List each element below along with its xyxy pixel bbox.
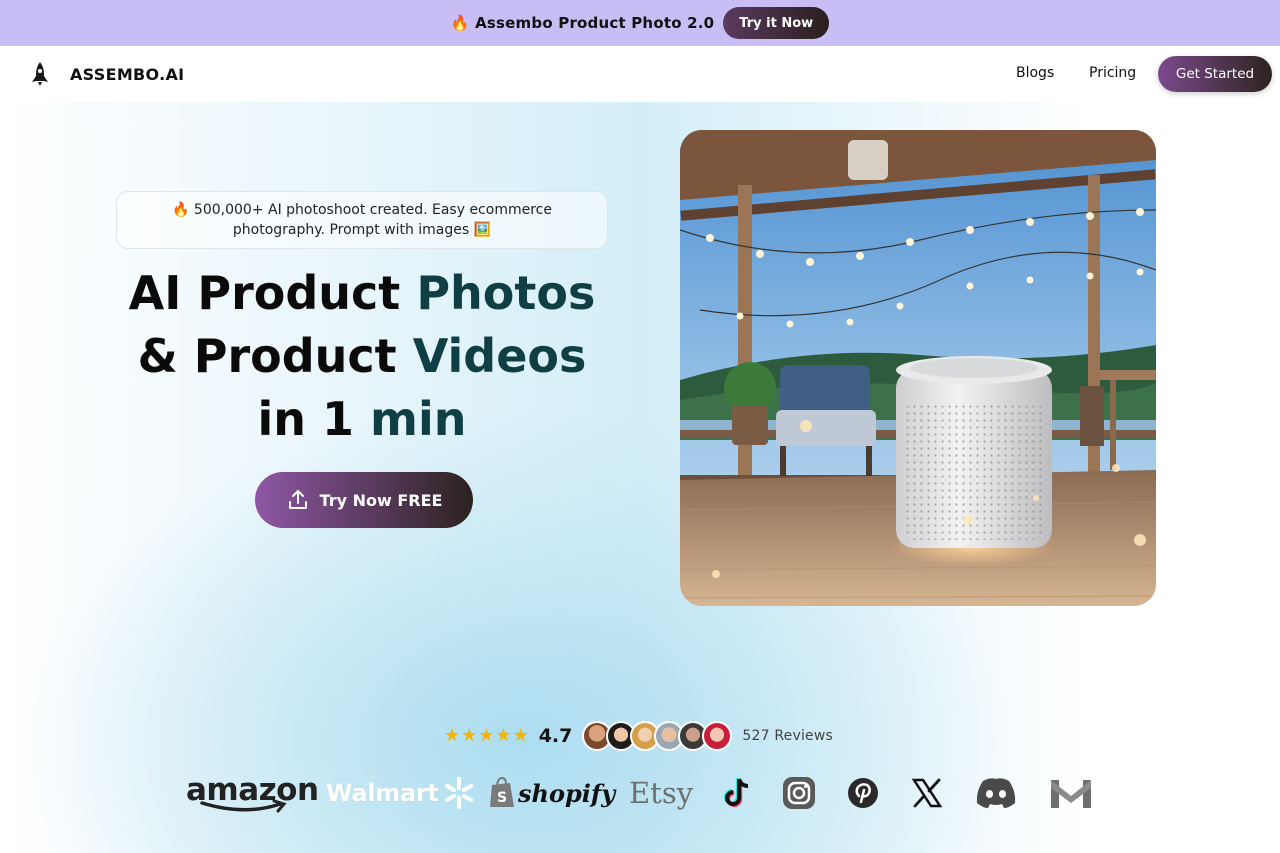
reviews-summary: ★ ★ ★ ★ ★ 4.7 527 Reviews — [444, 720, 833, 752]
rocket-icon — [32, 62, 48, 86]
etsy-logo-text: Etsy — [629, 776, 694, 810]
walmart-logo-text: Walmart — [326, 779, 439, 807]
top-nav: ASSEMBO.AI Blogs Pricing Get Started — [0, 46, 1280, 102]
pinterest-icon — [847, 770, 879, 816]
svg-text:S: S — [497, 790, 507, 806]
headline-part: & Product — [137, 329, 413, 383]
star-icon: ★ — [478, 725, 495, 746]
announcement-bar: 🔥 Assembo Product Photo 2.0 Try it Now — [0, 0, 1280, 46]
try-it-now-button[interactable]: Try it Now — [723, 7, 830, 39]
announcement-text: 🔥 Assembo Product Photo 2.0 — [450, 14, 715, 32]
amazon-logo: amazon — [186, 770, 319, 816]
headline-accent: Videos — [412, 329, 587, 383]
upload-icon — [288, 490, 307, 509]
pinterest-icon — [848, 778, 878, 808]
hero-headline: AI Product Photos & Product Videos in 1 … — [70, 262, 654, 451]
shopify-logo-text: shopify — [518, 778, 616, 808]
reviewer-avatars — [582, 721, 733, 751]
headline-accent: Photos — [416, 266, 596, 320]
try-now-free-button[interactable]: Try Now FREE — [255, 472, 473, 528]
partner-logos: amazon Walmart S shopify Etsy — [186, 770, 1096, 816]
try-now-free-label: Try Now FREE — [319, 490, 443, 510]
stats-badge: 🔥 500,000+ AI photoshoot created. Easy e… — [116, 191, 608, 249]
discord-icon — [974, 770, 1018, 816]
product-scene-illustration — [680, 130, 1156, 606]
etsy-logo: Etsy — [629, 770, 693, 816]
instagram-icon — [783, 777, 815, 809]
discord-icon — [976, 778, 1016, 808]
headline-part: in 1 — [257, 392, 371, 446]
headline-accent: min — [370, 392, 467, 446]
instagram-icon — [782, 770, 816, 816]
star-icon: ★ — [495, 725, 512, 746]
nav-link-blogs[interactable]: Blogs — [1016, 65, 1054, 81]
review-count: 527 Reviews — [742, 728, 833, 744]
stats-badge-text: 🔥 500,000+ AI photoshoot created. Easy e… — [172, 202, 552, 238]
hero-product-image — [680, 130, 1156, 606]
nav-link-pricing[interactable]: Pricing — [1089, 65, 1136, 81]
amazon-smile-icon — [200, 800, 287, 813]
shopify-bag-icon: S — [490, 777, 514, 807]
rating-value: 4.7 — [538, 725, 573, 747]
gmail-icon — [1051, 780, 1091, 808]
star-icon: ★ — [512, 725, 529, 746]
home-logo-link[interactable]: ASSEMBO.AI — [28, 60, 184, 88]
walmart-spark-icon — [445, 777, 474, 809]
x-icon — [911, 770, 943, 816]
shopify-logo: S shopify — [488, 770, 615, 816]
star-icon: ★ — [461, 725, 478, 746]
x-icon — [911, 778, 943, 808]
walmart-logo: Walmart — [326, 770, 476, 816]
avatar — [702, 721, 733, 751]
get-started-button[interactable]: Get Started — [1158, 56, 1272, 92]
star-icon: ★ — [444, 725, 461, 746]
headline-part: AI Product — [128, 266, 417, 320]
rating-stars: ★ ★ ★ ★ ★ — [444, 727, 529, 745]
gmail-icon — [1049, 770, 1093, 816]
brand-name: ASSEMBO.AI — [70, 64, 185, 84]
tiktok-icon — [722, 770, 752, 816]
tiktok-icon — [723, 778, 749, 807]
